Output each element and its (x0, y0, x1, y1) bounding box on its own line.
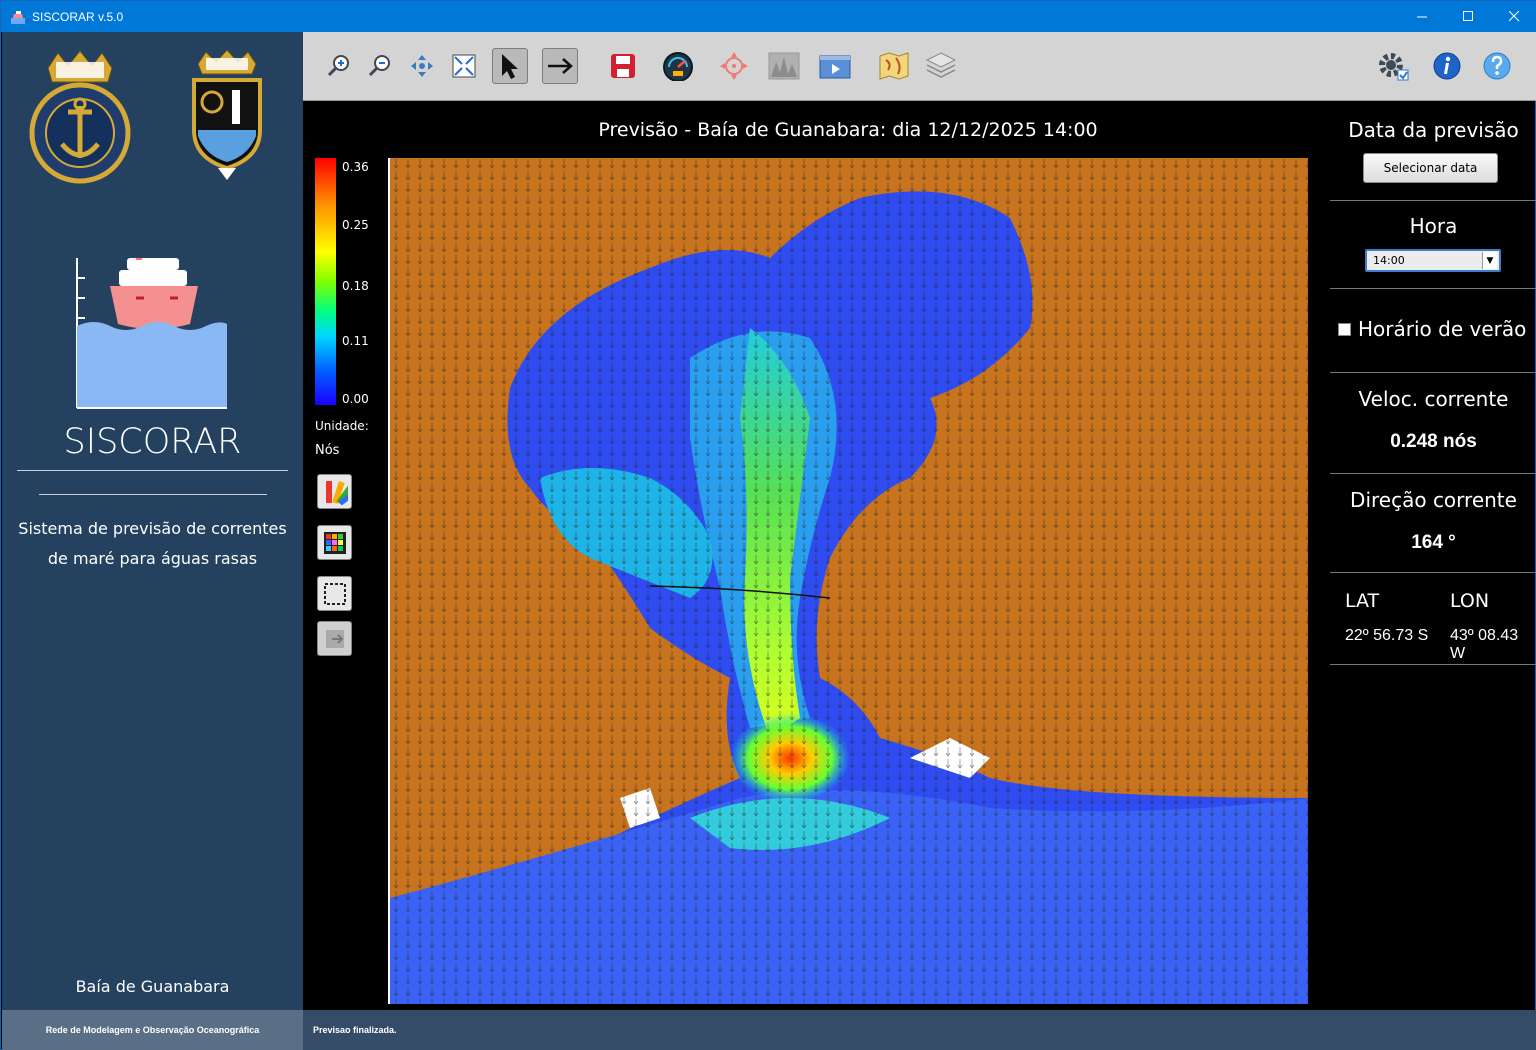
gauge-button[interactable] (660, 48, 696, 84)
map-button[interactable] (876, 48, 912, 84)
hour-select[interactable]: 14:00 ▼ (1365, 249, 1501, 272)
zoom-in-button[interactable] (321, 48, 357, 84)
close-button[interactable] (1491, 1, 1536, 32)
pointer-button[interactable] (492, 48, 528, 84)
lon-label: LON (1450, 590, 1490, 612)
chart-button[interactable] (766, 48, 802, 84)
app-icon (11, 10, 25, 24)
separator (1330, 288, 1536, 289)
dst-label: Horário de verão (1358, 317, 1527, 341)
window-title: SISCORAR v.5.0 (32, 9, 124, 24)
divider (17, 470, 288, 471)
separator (1330, 200, 1536, 201)
select-area-button[interactable] (317, 576, 352, 611)
layers-icon (925, 52, 957, 78)
minimize-button[interactable] (1399, 1, 1445, 32)
direction-heading: Direção corrente (1350, 488, 1517, 512)
map-title: Previsão - Baía de Guanabara: dia 12/12/… (598, 119, 1098, 141)
target-button[interactable] (716, 48, 752, 84)
fit-extent-button[interactable] (446, 48, 482, 84)
minimize-icon (1416, 16, 1427, 18)
export-button[interactable] (317, 621, 352, 656)
arrow-tool-icon (548, 58, 573, 74)
date-heading: Data da previsão (1348, 118, 1519, 142)
hour-heading: Hora (1409, 214, 1458, 238)
separator (1330, 664, 1536, 665)
info-button[interactable] (1429, 48, 1465, 84)
zoom-in-icon (327, 55, 349, 77)
map-icon (879, 52, 909, 80)
left-sidebar: SISCORAR Sistema de previsão de corrente… (2, 32, 303, 1010)
status-message: Previsao finalizada. (313, 1025, 397, 1035)
layers-button[interactable] (923, 48, 959, 84)
colorbar (315, 158, 336, 405)
animation-icon (819, 55, 851, 79)
zoom-out-icon (368, 55, 390, 77)
colorbar-tick: 0.11 (342, 334, 369, 348)
separator (1330, 572, 1536, 573)
unit-value: Nós (315, 443, 340, 458)
divider (39, 494, 267, 495)
lat-label: LAT (1345, 590, 1380, 612)
lat-value: 22º 56.73 S (1345, 627, 1429, 644)
colorbar-tick: 0.00 (342, 392, 369, 406)
select-area-icon (323, 582, 346, 605)
close-icon (1508, 11, 1519, 22)
color-grid-button[interactable] (317, 525, 352, 560)
marinha-do-brasil-emblem (29, 50, 131, 184)
dhn-emblem (192, 50, 262, 180)
status-bar: Rede de Modelagem e Observação Oceanográ… (2, 1010, 1536, 1050)
status-organization: Rede de Modelagem e Observação Oceanográ… (2, 1010, 303, 1050)
chart-icon (768, 52, 800, 80)
description-line: Sistema de previsão de correntes (18, 519, 287, 538)
siscorar-logo-icon (76, 258, 227, 409)
separator (1330, 372, 1536, 373)
export-icon (325, 629, 344, 648)
current-map-image (390, 158, 1308, 1004)
gauge-icon (663, 52, 693, 81)
dst-checkbox[interactable] (1338, 322, 1351, 336)
region-name: Baía de Guanabara (75, 977, 230, 996)
colorbar-tick: 0.18 (342, 279, 369, 293)
color-grid-icon (323, 531, 346, 554)
arrow-tool-button[interactable] (542, 48, 578, 84)
colorbar-tick: 0.36 (342, 160, 369, 174)
pan-icon (411, 55, 433, 77)
maximize-icon (1462, 11, 1473, 21)
select-date-button[interactable]: Selecionar data (1363, 153, 1498, 183)
speed-value: 0.248 nós (1390, 431, 1477, 452)
title-bar: SISCORAR v.5.0 (1, 1, 1536, 32)
pointer-icon (502, 54, 518, 79)
current-map[interactable] (388, 158, 1308, 1004)
animation-button[interactable] (817, 48, 853, 84)
target-icon (720, 52, 748, 80)
save-button[interactable] (605, 48, 641, 84)
help-button[interactable] (1479, 48, 1515, 84)
maximize-button[interactable] (1445, 1, 1491, 32)
chevron-down-icon[interactable]: ▼ (1482, 252, 1497, 269)
direction-value: 164 ° (1411, 532, 1456, 553)
save-icon (611, 54, 635, 78)
settings-icon (1379, 53, 1409, 81)
palette-button[interactable] (317, 474, 352, 509)
colorbar-tick: 0.25 (342, 218, 369, 232)
unit-label: Unidade: (315, 419, 369, 433)
dst-option[interactable]: Horário de verão (1338, 317, 1526, 341)
settings-button[interactable] (1375, 48, 1411, 84)
app-window: SISCORAR v.5.0 SISCORAR Sistema de previ… (0, 0, 1536, 1050)
separator (1330, 473, 1536, 474)
palette-icon (325, 480, 348, 505)
speed-heading: Veloc. corrente (1358, 387, 1509, 411)
pan-button[interactable] (404, 48, 440, 84)
zoom-out-button[interactable] (362, 48, 398, 84)
description-line: de maré para águas rasas (47, 549, 258, 568)
app-name: SISCORAR (63, 422, 242, 462)
app-description: Sistema de previsão de correntes de maré… (2, 514, 303, 574)
toolbar (303, 32, 1536, 101)
hour-value: 14:00 (1373, 254, 1405, 267)
help-icon (1483, 52, 1511, 80)
lon-value: 43º 08.43 W (1450, 627, 1519, 662)
info-icon (1433, 52, 1461, 80)
fit-extent-icon (452, 54, 476, 78)
